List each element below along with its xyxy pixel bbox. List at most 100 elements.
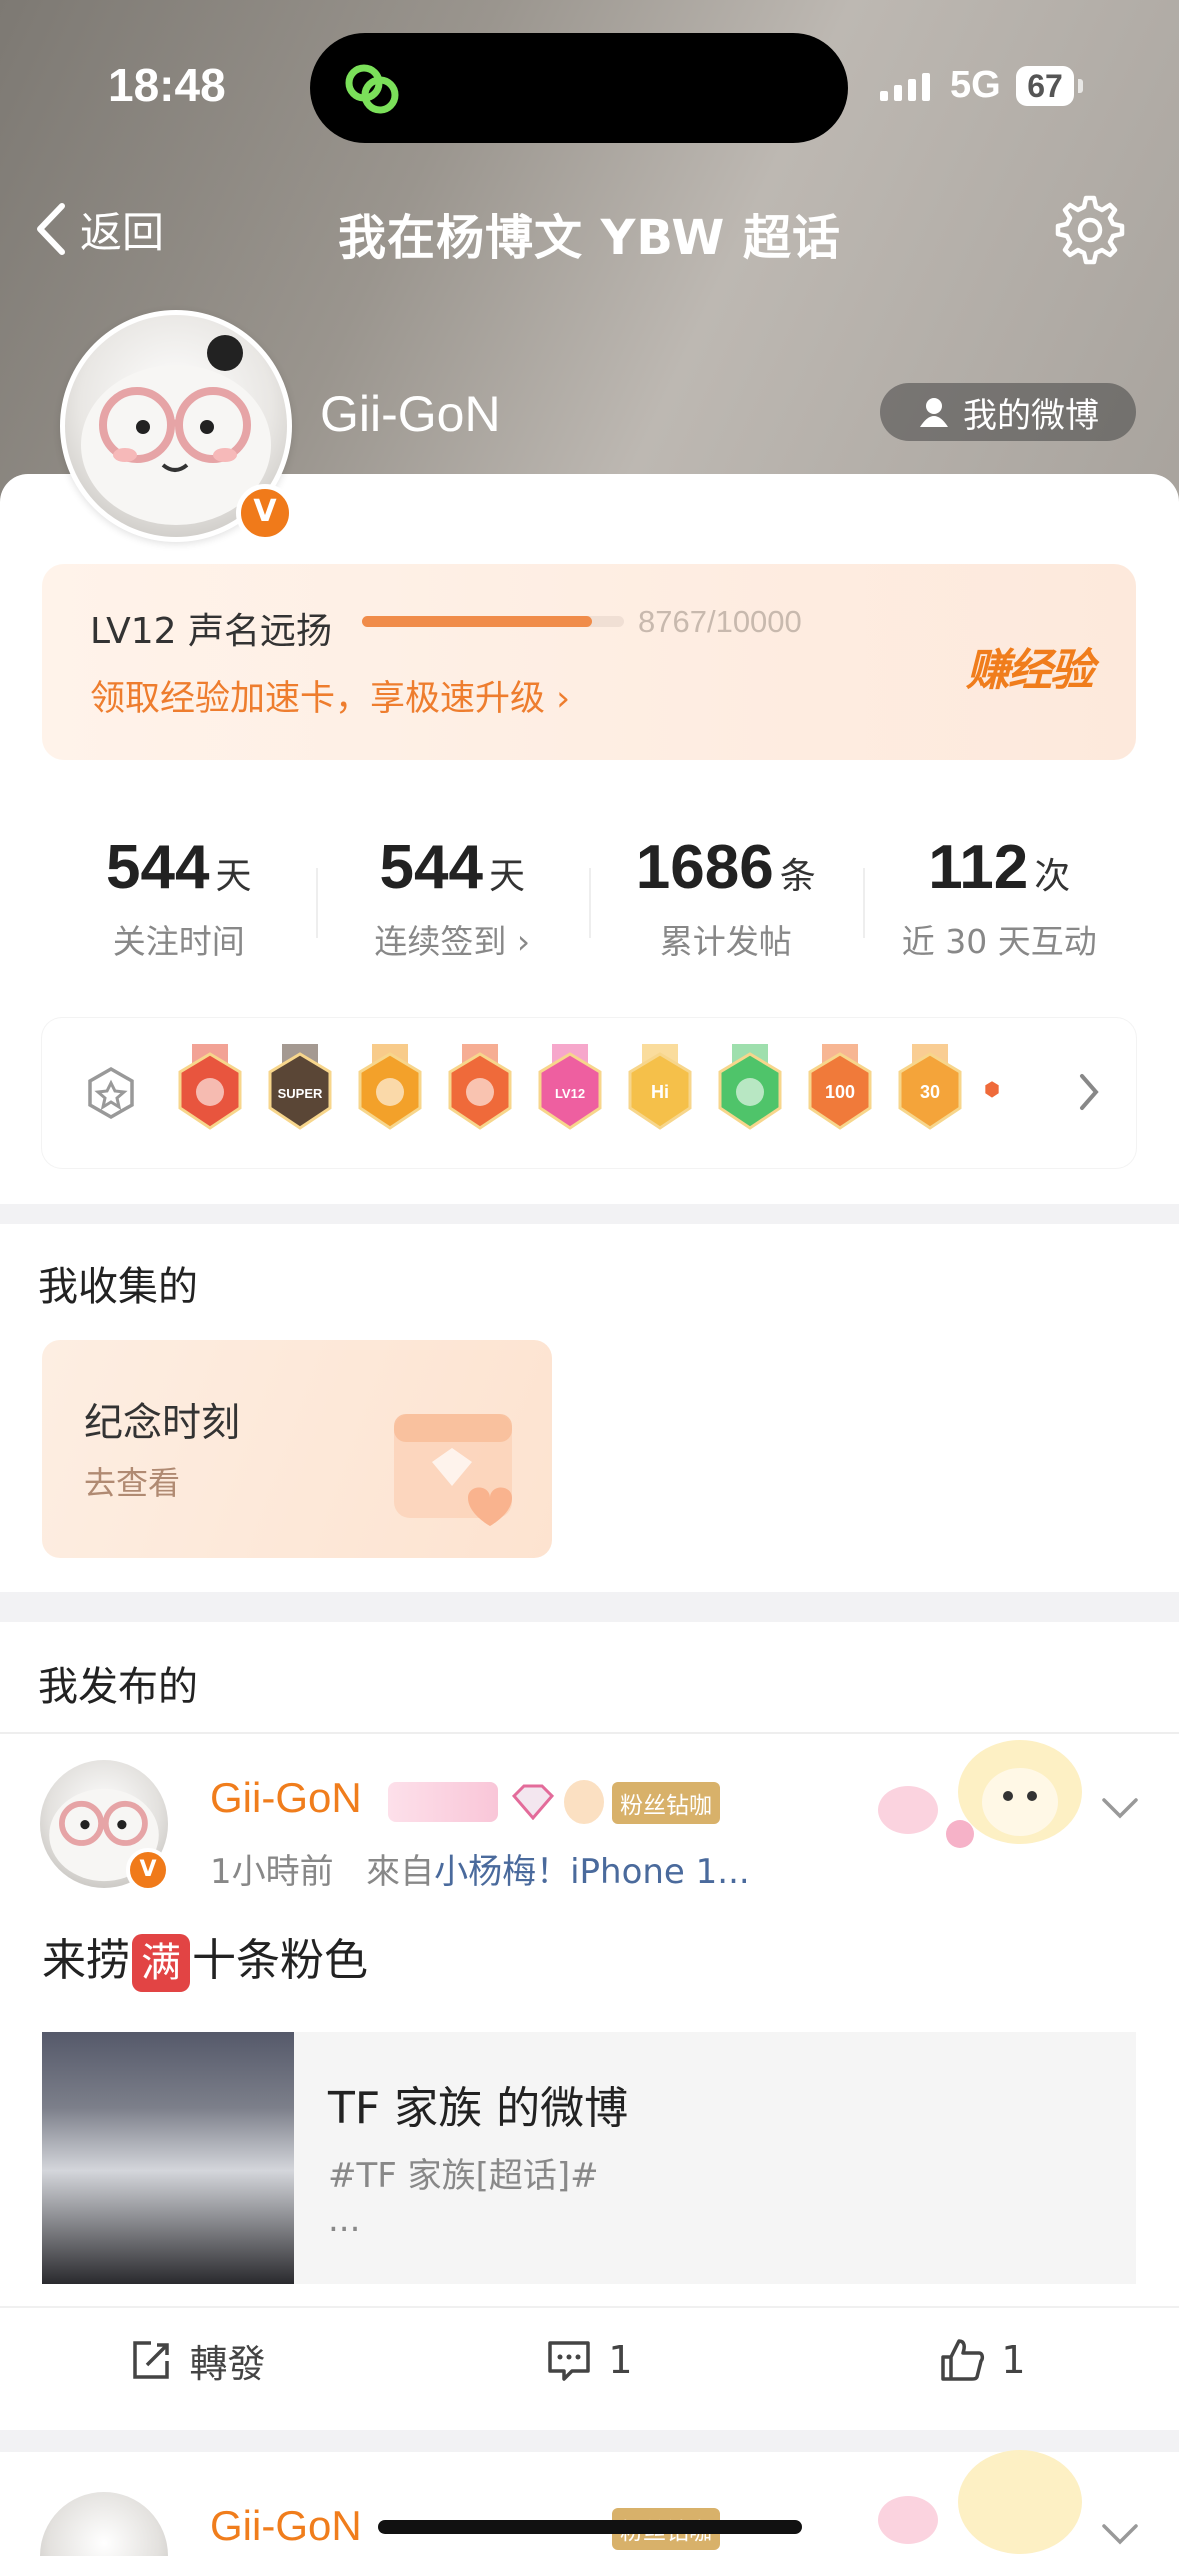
user-icon: [920, 398, 948, 427]
medal-hand-icon: [718, 1044, 782, 1130]
medal-hi-icon: Hi: [628, 1044, 692, 1130]
medal-crown-icon: [358, 1044, 422, 1130]
medal-lv12-icon: LV12: [538, 1044, 602, 1130]
level-card[interactable]: LV12 声名远扬 8767/10000 领取经验加速卡，享极速升级 › 赚经验: [42, 564, 1136, 760]
level-label: LV12 声名远扬: [90, 611, 332, 652]
stats-card: 544 天 关注时间 544 天 连续签到 › 1686 条 累计发帖 112 次 近 …: [42, 788, 1136, 994]
stat-label: 近 30 天互动: [901, 922, 1097, 961]
svg-text:LV12: LV12: [555, 1086, 585, 1101]
level-progress-fill: [362, 616, 592, 627]
level-progress-text: 8767/10000: [638, 604, 802, 639]
post-from-prefix: 來自: [366, 1852, 435, 1892]
my-weibo-label: 我的微博: [963, 395, 1099, 436]
post-text: 来捞满十条粉色: [42, 1924, 368, 1992]
puppy-decoration-icon: [878, 2450, 1082, 2554]
repost-thumbnail: [42, 2032, 294, 2284]
collected-section: 我收集的 纪念时刻 去查看: [0, 1224, 1179, 1592]
stat-value: 112: [928, 833, 1029, 902]
signal-icon: [880, 73, 930, 101]
calendar-heart-icon: [394, 1414, 512, 1526]
earn-exp-button[interactable]: 赚经验: [966, 634, 1094, 698]
repost-button[interactable]: 轉發: [0, 2308, 393, 2412]
status-bar: 18:48 5G 67: [0, 0, 1179, 170]
published-section: 我发布的 V Gii-GoN 粉丝钻咖 1小時前 來自小杨梅！iPhone 1.…: [0, 1622, 1179, 2556]
verified-badge-small: V: [126, 1848, 170, 1892]
medal-partial-icon: [985, 1081, 999, 1098]
settings-gear-icon[interactable]: [1050, 192, 1126, 268]
like-count: 1: [1001, 2338, 1026, 2382]
post-author[interactable]: Gii-GoN: [210, 2502, 362, 2550]
thumbs-up-icon: [941, 2339, 985, 2381]
stat-label: 关注时间: [112, 922, 245, 961]
repost-ellipsis: ...: [328, 2200, 361, 2240]
share-icon: [133, 2341, 170, 2379]
stat-checkin-days[interactable]: 544 天 连续签到 ›: [315, 788, 590, 994]
post-time: 1小時前: [210, 1852, 334, 1892]
repost-topic-tag: #TF 家族[超话]#: [328, 2156, 599, 2196]
chevron-down-icon[interactable]: [1100, 1796, 1140, 1822]
medal-super-icon: SUPER: [268, 1044, 332, 1130]
published-title: 我发布的: [38, 1664, 198, 1710]
level-progress-bar: [362, 616, 624, 627]
chevron-right-icon[interactable]: [1076, 1070, 1102, 1114]
medal-30days-icon: 30: [898, 1044, 962, 1130]
dynamic-island: [310, 33, 848, 143]
stat-label: 累计发帖: [659, 922, 792, 961]
medal-fox-icon: [448, 1044, 512, 1130]
post-text-start: 来捞: [42, 1935, 130, 1986]
like-button[interactable]: 1: [786, 2308, 1179, 2412]
medal-wall-icon: [88, 1066, 134, 1120]
fan-level-tag: 粉丝钻咖: [612, 1782, 720, 1824]
verified-badge: V: [236, 484, 294, 542]
my-weibo-button[interactable]: 我的微博: [880, 383, 1136, 441]
stat-unit: 天: [488, 856, 525, 897]
puppy-decoration-icon: [878, 1740, 1082, 1848]
post-author[interactable]: Gii-GoN: [210, 1774, 362, 1822]
chevron-right-icon: ›: [556, 679, 571, 719]
stat-unit: 天: [215, 856, 252, 897]
post-avatar[interactable]: [40, 2492, 168, 2556]
comment-button[interactable]: 1: [393, 2308, 786, 2412]
nav-bar: 返回 我在杨博文 YBW 超话: [0, 180, 1179, 280]
repost-card[interactable]: TF 家族 的微博 #TF 家族[超话]# ...: [42, 2032, 1136, 2284]
post-actions: 轉發 1 1: [0, 2306, 1179, 2412]
page-title: 我在杨博文 YBW 超话: [337, 210, 842, 266]
stat-posts: 1686 条 累计发帖: [589, 788, 863, 994]
svg-text:100: 100: [825, 1082, 855, 1102]
home-indicator[interactable]: [378, 2520, 802, 2534]
medal-100days-icon: 100: [808, 1044, 872, 1130]
medal-wall[interactable]: SUPER LV12 Hi 100 30: [42, 1018, 1136, 1168]
post-text-end: 十条粉色: [192, 1935, 368, 1986]
status-time: 18:48: [108, 59, 226, 111]
chevron-down-icon[interactable]: [1100, 2522, 1140, 2548]
level-promo-link[interactable]: 领取经验加速卡，享极速升级 ›: [90, 670, 570, 721]
full-emoji-chip: 满: [132, 1934, 190, 1992]
profile-username: Gii-GoN: [320, 386, 501, 442]
post-meta: 1小時前 來自小杨梅！iPhone 1...: [210, 1844, 750, 1893]
network-type: 5G: [950, 64, 1001, 106]
level-promo-text: 领取经验加速卡，享极速升级: [90, 679, 546, 719]
memorial-card[interactable]: 纪念时刻 去查看: [42, 1340, 552, 1558]
stat-value: 544: [106, 833, 210, 902]
svg-text:30: 30: [920, 1082, 940, 1102]
post-card-2[interactable]: Gii-GoN 粉丝钻咖: [0, 2450, 1179, 2556]
link-app-icon: [345, 64, 399, 114]
fan-avatar-icon: [564, 1780, 604, 1824]
profile-sheet: LV12 声名远扬 8767/10000 领取经验加速卡，享极速升级 › 赚经验…: [0, 474, 1179, 1204]
stat-unit: 次: [1034, 856, 1071, 897]
memorial-link: 去查看: [84, 1464, 181, 1502]
post-source[interactable]: 小杨梅！iPhone 1...: [434, 1852, 750, 1892]
comment-count: 1: [608, 2338, 633, 2382]
super-topic-profile-page: 18:48 5G 67 返回 我在杨博文 YBW 超话 V Gii-GoN 我的…: [0, 0, 1179, 2556]
repost-title: TF 家族 的微博: [328, 2083, 629, 2134]
svg-text:Hi: Hi: [651, 1082, 669, 1102]
battery-icon: 67: [1016, 66, 1083, 106]
stat-interactions: 112 次 近 30 天互动: [862, 788, 1137, 994]
stat-unit: 条: [779, 856, 816, 897]
stat-value: 544: [379, 833, 483, 902]
medal-red-icon: [178, 1044, 242, 1130]
comment-icon: [548, 2341, 591, 2381]
stat-label: 连续签到 ›: [374, 922, 531, 961]
pink-badge-icon: [388, 1782, 498, 1822]
repost-label: 轉發: [189, 2341, 266, 2386]
